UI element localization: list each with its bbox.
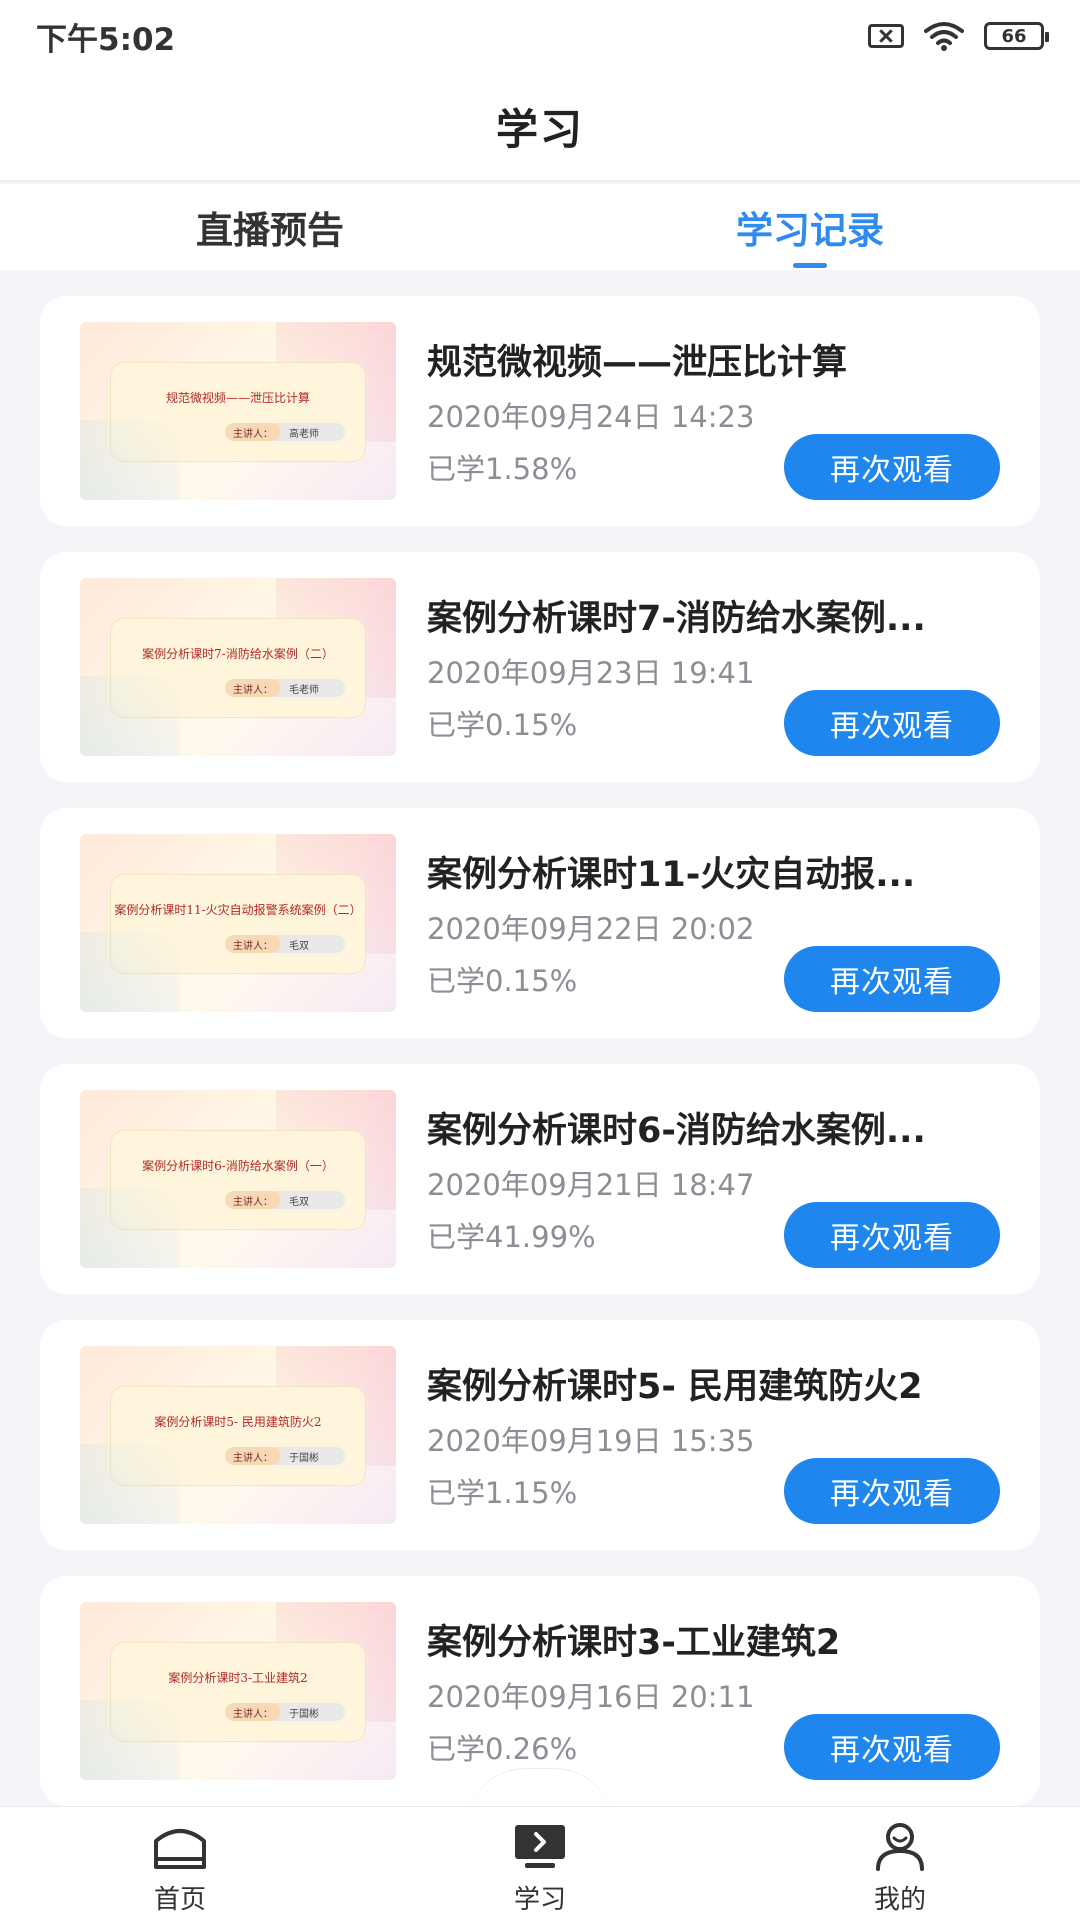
thumbnail-panel: 案例分析课时5- 民用建筑防火2 主讲人： 于国彬: [110, 1386, 366, 1486]
study-record-list: 规范微视频——泄压比计算 主讲人： 高老师 规范微视频——泄压比计算 2020年0…: [40, 296, 1040, 1832]
tab-live-preview[interactable]: 直播预告: [0, 184, 540, 270]
thumbnail-title: 案例分析课时5- 民用建筑防火2: [154, 1415, 322, 1429]
thumbnail-panel: 规范微视频——泄压比计算 主讲人： 高老师: [110, 362, 366, 462]
thumbnail-panel: 案例分析课时6-消防给水案例（一） 主讲人： 毛双: [110, 1130, 366, 1230]
record-card[interactable]: 案例分析课时5- 民用建筑防火2 主讲人： 于国彬 案例分析课时5- 民用建筑防火…: [40, 1320, 1040, 1550]
record-progress: 已学0.15%: [427, 964, 578, 998]
nav-item-profile[interactable]: 我的: [720, 1807, 1080, 1920]
thumbnail-panel: 案例分析课时7-消防给水案例（二） 主讲人： 毛老师: [110, 618, 366, 718]
thumbnail-speaker: 主讲人： 毛老师: [225, 679, 345, 697]
thumbnail-speaker-label: 主讲人：: [225, 1703, 281, 1721]
study-icon: [515, 1825, 565, 1868]
nav-item-study[interactable]: 学习: [360, 1807, 720, 1920]
tab-bar: 直播预告 学习记录: [0, 184, 1080, 270]
thumbnail-speaker: 主讲人： 于国彬: [225, 1703, 345, 1721]
page-header: 学习: [0, 72, 1080, 182]
thumbnail-speaker-name: 毛双: [289, 1196, 309, 1208]
record-title: 案例分析课时11-火灾自动报...: [427, 855, 916, 895]
nav-label: 我的: [873, 1885, 926, 1915]
thumbnail-panel: 案例分析课时11-火灾自动报警系统案例（二） 主讲人： 毛双: [110, 874, 366, 974]
battery-indicator: 66: [984, 22, 1049, 50]
record-date: 2020年09月22日 20:02: [427, 912, 755, 946]
profile-icon: [876, 1823, 924, 1871]
status-icons: 66: [868, 21, 1049, 51]
thumbnail-speaker-label: 主讲人：: [225, 423, 281, 441]
thumbnail-speaker: 主讲人： 高老师: [225, 423, 345, 441]
record-progress: 已学0.15%: [427, 708, 578, 742]
record-progress: 已学41.99%: [427, 1220, 596, 1254]
tab-label: 学习记录: [736, 209, 884, 252]
thumbnail-speaker-label: 主讲人：: [225, 1191, 281, 1209]
thumbnail-title: 规范微视频——泄压比计算: [165, 391, 310, 405]
status-time: 下午5:02: [36, 21, 176, 58]
thumbnail-speaker-label: 主讲人：: [225, 1447, 281, 1465]
record-progress: 已学1.15%: [427, 1476, 578, 1510]
video-thumbnail[interactable]: 案例分析课时7-消防给水案例（二） 主讲人： 毛老师: [80, 578, 396, 756]
rewatch-button[interactable]: 再次观看: [784, 690, 1000, 756]
thumbnail-speaker-label: 主讲人：: [225, 679, 281, 697]
video-thumbnail[interactable]: 案例分析课时5- 民用建筑防火2 主讲人： 于国彬: [80, 1346, 396, 1524]
thumbnail-title: 案例分析课时7-消防给水案例（二）: [142, 647, 334, 661]
nav-item-home[interactable]: 首页: [0, 1807, 360, 1920]
thumbnail-speaker-name: 毛老师: [289, 684, 319, 696]
thumbnail-speaker-name: 毛双: [289, 940, 309, 952]
status-bar: 下午5:02 66: [0, 0, 1080, 72]
rewatch-button[interactable]: 再次观看: [784, 1458, 1000, 1524]
record-card[interactable]: 案例分析课时6-消防给水案例（一） 主讲人： 毛双 案例分析课时6-消防给水案例.…: [40, 1064, 1040, 1294]
home-icon: [154, 1829, 206, 1869]
video-thumbnail[interactable]: 案例分析课时6-消防给水案例（一） 主讲人： 毛双: [80, 1090, 396, 1268]
rewatch-button[interactable]: 再次观看: [784, 946, 1000, 1012]
record-title: 案例分析课时3-工业建筑2: [427, 1623, 841, 1663]
thumbnail-speaker: 主讲人： 于国彬: [225, 1447, 345, 1465]
record-card[interactable]: 案例分析课时11-火灾自动报警系统案例（二） 主讲人： 毛双 案例分析课时11-火…: [40, 808, 1040, 1038]
record-title: 案例分析课时5- 民用建筑防火2: [427, 1367, 923, 1407]
thumbnail-speaker-name: 于国彬: [289, 1452, 319, 1464]
record-title: 案例分析课时7-消防给水案例...: [427, 599, 926, 639]
record-progress: 已学1.58%: [427, 452, 578, 486]
record-date: 2020年09月24日 14:23: [427, 400, 755, 434]
thumbnail-title: 案例分析课时6-消防给水案例（一）: [142, 1159, 334, 1173]
record-progress: 已学0.26%: [427, 1732, 578, 1766]
rewatch-button[interactable]: 再次观看: [784, 434, 1000, 500]
thumbnail-panel: 案例分析课时3-工业建筑2 主讲人： 于国彬: [110, 1642, 366, 1742]
thumbnail-speaker-name: 于国彬: [289, 1708, 319, 1720]
record-date: 2020年09月21日 18:47: [427, 1168, 755, 1202]
nav-label: 首页: [153, 1885, 206, 1915]
record-card[interactable]: 规范微视频——泄压比计算 主讲人： 高老师 规范微视频——泄压比计算 2020年0…: [40, 296, 1040, 526]
no-sim-icon: [868, 24, 904, 48]
page-title: 学习: [495, 104, 584, 154]
record-title: 案例分析课时6-消防给水案例...: [427, 1111, 926, 1151]
video-thumbnail[interactable]: 案例分析课时11-火灾自动报警系统案例（二） 主讲人： 毛双: [80, 834, 396, 1012]
video-thumbnail[interactable]: 规范微视频——泄压比计算 主讲人： 高老师: [80, 322, 396, 500]
rewatch-button[interactable]: 再次观看: [784, 1714, 1000, 1780]
rewatch-button[interactable]: 再次观看: [784, 1202, 1000, 1268]
record-date: 2020年09月16日 20:11: [427, 1680, 755, 1714]
video-thumbnail[interactable]: 案例分析课时3-工业建筑2 主讲人： 于国彬: [80, 1602, 396, 1780]
thumbnail-title: 案例分析课时3-工业建筑2: [168, 1671, 308, 1685]
bottom-nav: 首页 学习 我的: [0, 1806, 1080, 1920]
record-card[interactable]: 案例分析课时7-消防给水案例（二） 主讲人： 毛老师 案例分析课时7-消防给水案例…: [40, 552, 1040, 782]
tab-active-indicator: [793, 263, 827, 268]
tab-label: 直播预告: [196, 209, 344, 252]
thumbnail-speaker-name: 高老师: [289, 428, 319, 440]
thumbnail-speaker: 主讲人： 毛双: [225, 935, 345, 953]
record-date: 2020年09月19日 15:35: [427, 1424, 755, 1458]
thumbnail-title: 案例分析课时11-火灾自动报警系统案例（二）: [114, 903, 362, 917]
thumbnail-speaker: 主讲人： 毛双: [225, 1191, 345, 1209]
thumbnail-speaker-label: 主讲人：: [225, 935, 281, 953]
wifi-icon: [924, 22, 964, 51]
record-date: 2020年09月23日 19:41: [427, 656, 755, 690]
nav-label: 学习: [513, 1885, 566, 1915]
tab-study-records[interactable]: 学习记录: [540, 184, 1080, 270]
record-title: 规范微视频——泄压比计算: [427, 343, 848, 383]
